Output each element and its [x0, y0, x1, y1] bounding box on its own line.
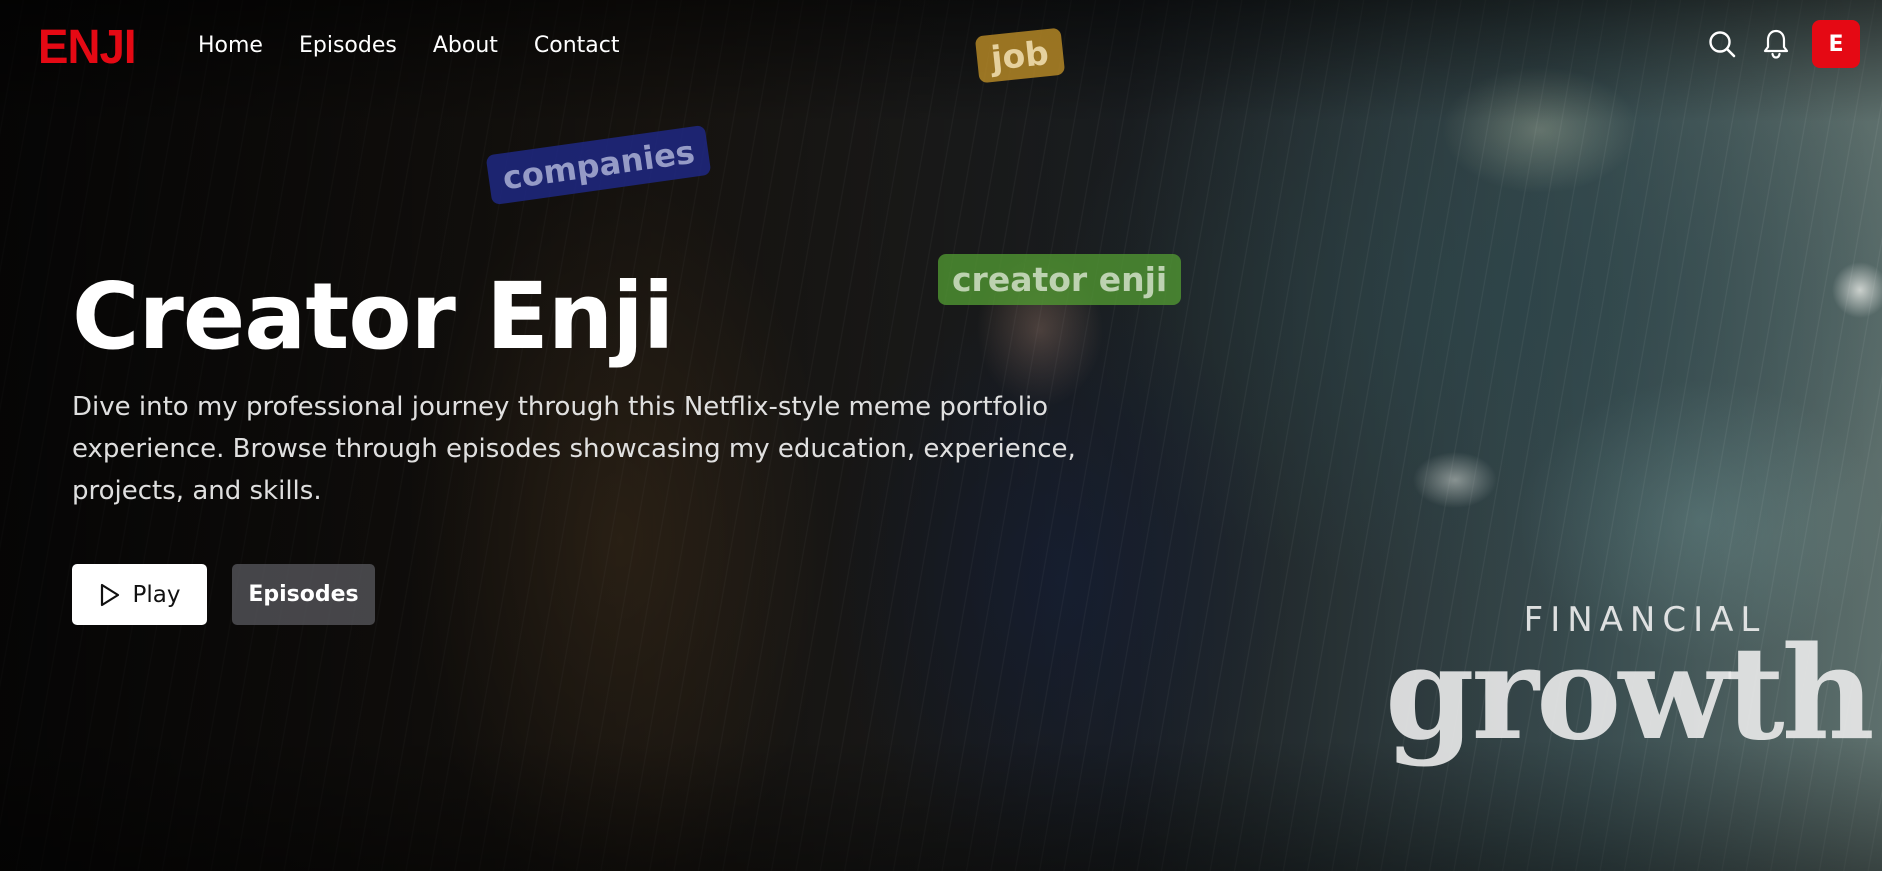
- notifications-button[interactable]: [1758, 20, 1794, 68]
- hero-content: Creator Enji Dive into my professional j…: [72, 258, 1092, 625]
- nav-link-about[interactable]: About: [433, 28, 498, 64]
- search-button[interactable]: [1704, 20, 1740, 68]
- nav-links: Home Episodes About Contact: [198, 28, 655, 64]
- top-navbar: ENJI Home Episodes About Contact E: [0, 0, 1882, 90]
- bell-icon: [1763, 29, 1789, 59]
- hero-banner: job companies creator enji FINANCIAL gro…: [0, 0, 1882, 871]
- search-icon: [1709, 31, 1736, 58]
- episodes-button[interactable]: Episodes: [232, 564, 375, 625]
- hero-description: Dive into my professional journey throug…: [72, 392, 1076, 506]
- nav-actions: E: [1704, 20, 1860, 68]
- episodes-button-label: Episodes: [248, 582, 359, 607]
- profile-avatar[interactable]: E: [1812, 20, 1860, 68]
- nav-link-contact[interactable]: Contact: [534, 28, 620, 64]
- play-button-label: Play: [132, 581, 181, 608]
- nav-link-episodes[interactable]: Episodes: [299, 28, 397, 64]
- watermark-line-growth: growth: [1385, 619, 1875, 769]
- nav-link-home[interactable]: Home: [198, 28, 263, 64]
- enji-logo[interactable]: ENJI: [38, 20, 137, 76]
- play-icon: [100, 583, 119, 606]
- play-button[interactable]: Play: [72, 564, 207, 625]
- financial-growth-watermark: FINANCIAL growth: [1385, 600, 1875, 769]
- hero-actions: Play Episodes: [72, 564, 1092, 625]
- hero-title: Creator Enji: [72, 263, 674, 370]
